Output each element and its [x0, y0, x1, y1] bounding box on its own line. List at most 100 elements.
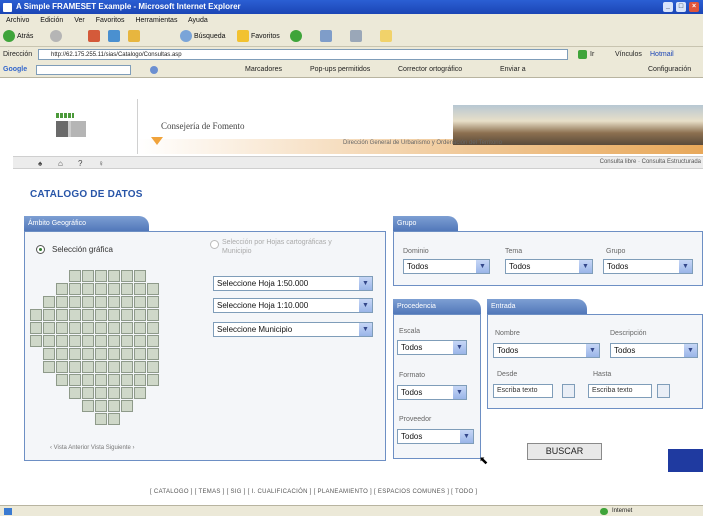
map-sheet-tile[interactable]	[121, 283, 133, 295]
map-sheet-tile[interactable]	[56, 348, 68, 360]
select-descripcion[interactable]: Todos ▼	[610, 343, 698, 358]
select-hoja-10000[interactable]: Seleccione Hoja 1:10.000 ▼	[213, 298, 373, 313]
map-sheet-tile[interactable]	[82, 283, 94, 295]
map-sheet-tile[interactable]	[108, 296, 120, 308]
map-sheet-tile[interactable]	[121, 309, 133, 321]
map-sheet-tile[interactable]	[82, 374, 94, 386]
calendar-hasta-icon[interactable]	[657, 384, 670, 398]
map-sheet-tile[interactable]	[82, 335, 94, 347]
map-sheet-tile[interactable]	[121, 361, 133, 373]
close-button[interactable]: ×	[689, 2, 699, 12]
calendar-desde-icon[interactable]	[562, 384, 575, 398]
map-sheet-tile[interactable]	[43, 296, 55, 308]
map-sheet-tile[interactable]	[95, 296, 107, 308]
history-button[interactable]	[290, 30, 304, 44]
map-sheet-tile[interactable]	[108, 270, 120, 282]
map-sheet-tile[interactable]	[69, 283, 81, 295]
select-municipio[interactable]: Seleccione Municipio ▼	[213, 322, 373, 337]
go-label[interactable]: Ir	[590, 47, 594, 62]
map-sheet-tile[interactable]	[82, 296, 94, 308]
map-sheet-tile[interactable]	[82, 387, 94, 399]
map-sheet-tile[interactable]	[134, 322, 146, 334]
select-grupo[interactable]: Todos ▼	[603, 259, 693, 274]
map-sheet-tile[interactable]	[69, 335, 81, 347]
map-sheet-tile[interactable]	[108, 361, 120, 373]
map-nav-links[interactable]: ‹ Vista Anterior Vista Siguiente ›	[50, 445, 135, 451]
map-sheet-tile[interactable]	[43, 322, 55, 334]
map-sheet-tile[interactable]	[95, 335, 107, 347]
map-sheet-tile[interactable]	[134, 309, 146, 321]
map-sheet-tile[interactable]	[108, 309, 120, 321]
google-search-icon[interactable]	[150, 66, 158, 74]
select-formato[interactable]: Todos ▼	[397, 385, 467, 400]
map-sheet-tile[interactable]	[147, 361, 159, 373]
help-icon[interactable]: ?	[78, 159, 82, 168]
select-proveedor[interactable]: Todos ▼	[397, 429, 474, 444]
map-sheet-tile[interactable]	[108, 400, 120, 412]
refresh-button[interactable]	[108, 30, 122, 44]
menu-favoritos[interactable]: Favoritos	[96, 17, 125, 24]
links-item-hotmail[interactable]: Hotmail	[650, 47, 674, 62]
map-sheet-tile[interactable]	[108, 335, 120, 347]
map-sheet-tile[interactable]	[121, 400, 133, 412]
print-button[interactable]	[350, 30, 364, 44]
consulta-links[interactable]: Consulta libre · Consulta Estructurada	[600, 159, 701, 165]
map-sheet-tile[interactable]	[69, 387, 81, 399]
radio-seleccion-grafica[interactable]	[36, 245, 45, 254]
folder-button[interactable]	[380, 30, 394, 44]
buscar-button[interactable]: BUSCAR	[527, 443, 602, 460]
google-enviar[interactable]: Enviar a	[500, 62, 526, 77]
map-sheet-tile[interactable]	[82, 322, 94, 334]
map-sheet-tile[interactable]	[56, 296, 68, 308]
footer-nav[interactable]: [ CATALOGO ] [ TEMAS ] [ SIG ] [ I. CUAL…	[150, 489, 703, 499]
home-button[interactable]	[128, 30, 142, 44]
map-sheet-tile[interactable]	[69, 270, 81, 282]
menu-herramientas[interactable]: Herramientas	[135, 17, 177, 24]
select-hoja-50000[interactable]: Seleccione Hoja 1:50.000 ▼	[213, 276, 373, 291]
url-input[interactable]: http://62.175.255.11/sias/Catalogo/Consu…	[38, 49, 568, 60]
map-sheet-tile[interactable]	[82, 309, 94, 321]
map-sheet-tile[interactable]	[121, 296, 133, 308]
map-sheet-tile[interactable]	[134, 296, 146, 308]
favorites-button[interactable]: Favoritos	[237, 30, 280, 44]
map-sheet-tile[interactable]	[82, 400, 94, 412]
map-sheet-tile[interactable]	[134, 361, 146, 373]
menu-archivo[interactable]: Archivo	[6, 17, 29, 24]
map-sheet-tile[interactable]	[69, 348, 81, 360]
maximize-button[interactable]: □	[676, 2, 686, 12]
map-sheet-tile[interactable]	[95, 270, 107, 282]
map-sheet-tile[interactable]	[30, 335, 42, 347]
map-sheet-tile[interactable]	[56, 322, 68, 334]
menu-edicion[interactable]: Edición	[40, 17, 63, 24]
back-icon[interactable]: ⌂	[58, 159, 63, 168]
map-sheet-tile[interactable]	[108, 387, 120, 399]
map-sheet-tile[interactable]	[134, 348, 146, 360]
menu-ver[interactable]: Ver	[74, 17, 85, 24]
map-sheet-tile[interactable]	[30, 322, 42, 334]
map-sheet-tile[interactable]	[56, 283, 68, 295]
map-sheet-tile[interactable]	[121, 270, 133, 282]
map-sheet-tile[interactable]	[56, 309, 68, 321]
radio-seleccion-hojas[interactable]	[210, 240, 219, 249]
map-sheet-tile[interactable]	[121, 387, 133, 399]
map-sheet-tile[interactable]	[108, 283, 120, 295]
map-sheet-tile[interactable]	[69, 374, 81, 386]
map-sheet-tile[interactable]	[82, 270, 94, 282]
map-sheet-tile[interactable]	[121, 374, 133, 386]
mail-button[interactable]	[320, 30, 334, 44]
select-dominio[interactable]: Todos ▼	[403, 259, 490, 274]
map-sheet-tile[interactable]	[69, 309, 81, 321]
select-escala[interactable]: Todos ▼	[397, 340, 467, 355]
search-button[interactable]: Búsqueda	[180, 30, 226, 44]
select-nombre[interactable]: Todos ▼	[493, 343, 600, 358]
sheet-index-map[interactable]	[30, 270, 178, 435]
map-sheet-tile[interactable]	[95, 309, 107, 321]
map-sheet-tile[interactable]	[134, 335, 146, 347]
map-sheet-tile[interactable]	[95, 348, 107, 360]
map-sheet-tile[interactable]	[147, 296, 159, 308]
map-sheet-tile[interactable]	[95, 413, 107, 425]
google-corrector[interactable]: Corrector ortográfico	[398, 62, 462, 77]
map-sheet-tile[interactable]	[43, 335, 55, 347]
map-sheet-tile[interactable]	[95, 361, 107, 373]
back-button[interactable]: Atrás	[3, 30, 33, 44]
